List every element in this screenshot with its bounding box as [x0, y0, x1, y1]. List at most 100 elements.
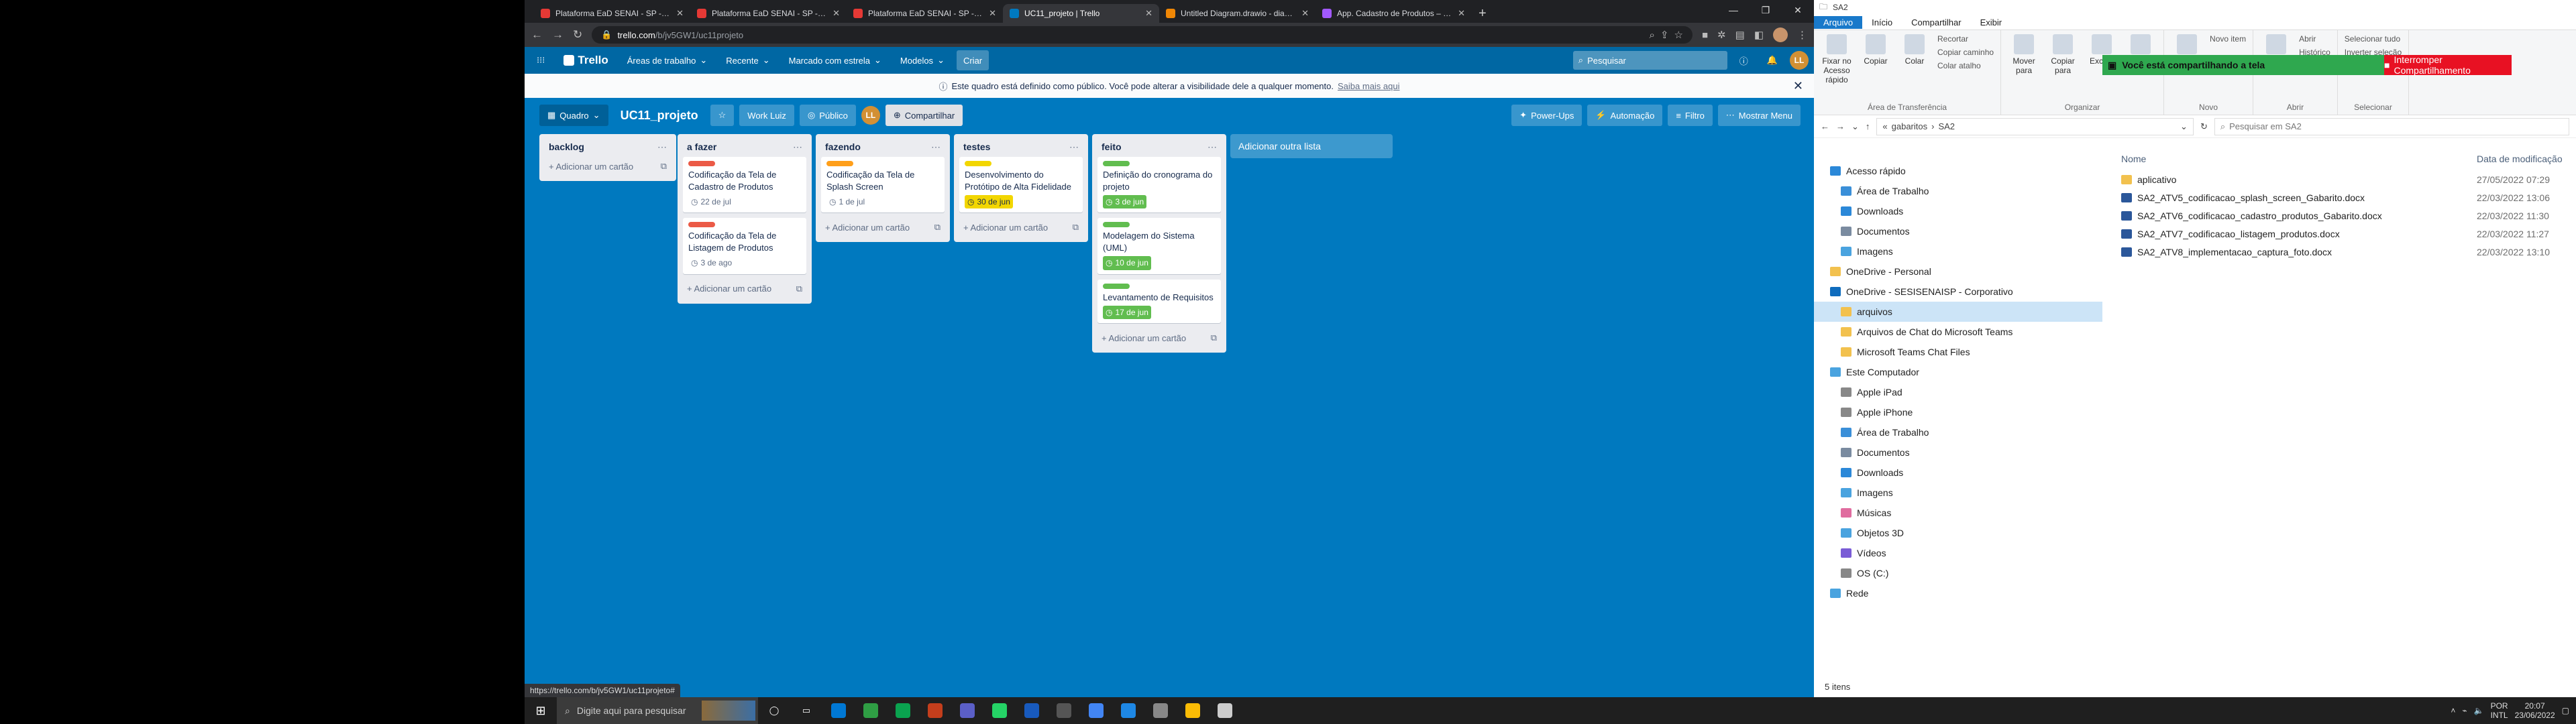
list-menu-icon[interactable]: ⋯ — [931, 141, 941, 153]
zoom-icon[interactable]: ⌕ — [1650, 29, 1655, 41]
nav-item[interactable]: Microsoft Teams Chat Files — [1814, 342, 2102, 362]
board-title[interactable]: UC11_projeto — [614, 109, 705, 123]
forward-icon[interactable]: → — [1836, 121, 1845, 131]
card-label[interactable] — [688, 161, 715, 166]
card[interactable]: Codificação da Tela de Splash Screen ◷ 1 d… — [821, 157, 945, 213]
visibility-button[interactable]: ◎ Público — [799, 105, 856, 126]
up-icon[interactable]: ↑ — [1866, 121, 1870, 131]
taskbar-app-icon[interactable] — [1112, 697, 1144, 724]
close-tab-icon[interactable]: ✕ — [676, 8, 684, 19]
file-row[interactable]: aplicativo 27/05/2022 07:29 — [2121, 170, 2576, 188]
due-date-badge[interactable]: ◷ 3 de ago — [688, 256, 735, 269]
nav-workspaces[interactable]: Áreas de trabalho ⌄ — [621, 50, 714, 70]
taskbar-app-icon[interactable] — [822, 697, 855, 724]
close-tab-icon[interactable]: ✕ — [989, 8, 996, 19]
browser-tab[interactable]: Plataforma EaD SENAI - SP - CCT ✕ — [847, 4, 1003, 23]
taskbar-app-icon[interactable] — [1080, 697, 1112, 724]
template-icon[interactable]: ⧉ — [796, 284, 802, 294]
close-tab-icon[interactable]: ✕ — [833, 8, 840, 19]
apps-grid-icon[interactable]: ⁝⁝⁝ — [530, 50, 551, 70]
list-header[interactable]: backlog ⋯ — [545, 137, 671, 157]
task-view-icon[interactable]: ▭ — [790, 697, 822, 724]
taskbar-app-icon[interactable] — [887, 697, 919, 724]
list-title[interactable]: testes — [963, 141, 990, 152]
nav-item[interactable]: OneDrive - SESISENAISP - Corporativo — [1814, 282, 2102, 302]
star-icon[interactable]: ☆ — [1674, 29, 1683, 41]
list-menu-icon[interactable]: ⋯ — [657, 141, 667, 153]
ribbon-tab[interactable]: Arquivo — [1814, 15, 1863, 29]
due-date-badge[interactable]: ◷ 1 de jul — [826, 195, 867, 208]
new-tab-icon[interactable]: + — [1472, 4, 1493, 23]
clock[interactable]: 20:07 23/06/2022 — [2515, 701, 2555, 721]
list-title[interactable]: feito — [1102, 141, 1122, 152]
forward-icon[interactable]: → — [552, 28, 564, 42]
ribbon-tab[interactable]: Exibir — [1971, 16, 2012, 29]
back-icon[interactable]: ← — [1821, 121, 1829, 131]
card-label[interactable] — [1103, 222, 1130, 228]
nav-item[interactable]: OS (C:) — [1814, 563, 2102, 583]
list-menu-icon[interactable]: ⋯ — [793, 141, 802, 153]
file-row[interactable]: SA2_ATV7_codificacao_listagem_produtos.d… — [2121, 225, 2576, 243]
learn-more-link[interactable]: Saiba mais aqui — [1338, 81, 1400, 91]
language-indicator[interactable]: POR INTL — [2491, 701, 2508, 721]
nav-item[interactable]: Documentos — [1814, 442, 2102, 463]
explorer-search-input[interactable]: ⌕ Pesquisar em SA2 — [2214, 117, 2569, 135]
ribbon-small-button[interactable]: Selecionar tudo — [2345, 34, 2402, 44]
list-title[interactable]: a fazer — [687, 141, 716, 152]
card[interactable]: Modelagem do Sistema (UML) ◷ 10 de jun — [1097, 218, 1221, 274]
nav-item[interactable]: Documentos — [1814, 221, 2102, 241]
breadcrumb[interactable]: « gabaritos › SA2 ⌄ — [1876, 117, 2194, 135]
nav-item[interactable]: Este Computador — [1814, 362, 2102, 382]
nav-item[interactable]: Vídeos — [1814, 543, 2102, 563]
ribbon-tab[interactable]: Compartilhar — [1902, 16, 1970, 29]
template-icon[interactable]: ⧉ — [1073, 222, 1079, 233]
list-header[interactable]: testes ⋯ — [959, 137, 1083, 157]
list-menu-icon[interactable]: ⋯ — [1208, 141, 1217, 153]
card-label[interactable] — [1103, 161, 1130, 166]
ribbon-button[interactable]: Colar — [1898, 34, 1931, 111]
volume-icon[interactable]: 🔈 — [2474, 706, 2484, 715]
cortana-icon[interactable]: ◯ — [758, 697, 790, 724]
nav-item[interactable]: Músicas — [1814, 503, 2102, 523]
menu-icon[interactable]: ⋮ — [1797, 29, 1807, 41]
nav-starred[interactable]: Marcado com estrela ⌄ — [782, 50, 888, 70]
maximize-icon[interactable]: ❐ — [1750, 0, 1782, 20]
extension-icon[interactable]: ■ — [1702, 29, 1708, 41]
nav-item[interactable]: Downloads — [1814, 463, 2102, 483]
ribbon-button[interactable]: Copiar — [1860, 34, 1892, 111]
taskbar-search[interactable]: ⌕ Digite aqui para pesquisar — [557, 697, 758, 724]
ribbon-button[interactable]: Fixar no Acesso rápido — [1821, 34, 1853, 111]
list-menu-icon[interactable]: ⋯ — [1069, 141, 1079, 153]
windows-start-icon[interactable]: ⊞ — [525, 697, 557, 724]
template-icon[interactable]: ⧉ — [934, 222, 941, 233]
nav-item[interactable]: Arquivos de Chat do Microsoft Teams — [1814, 322, 2102, 342]
nav-item[interactable]: Acesso rápido — [1814, 161, 2102, 181]
taskbar-app-icon[interactable] — [1048, 697, 1080, 724]
trello-logo[interactable]: Trello — [557, 50, 614, 70]
chevron-down-icon[interactable]: ⌄ — [2180, 121, 2188, 132]
card[interactable]: Codificação da Tela de Listagem de Produ… — [683, 218, 806, 274]
ribbon-small-button[interactable]: Colar atalho — [1937, 61, 1994, 70]
card[interactable]: Codificação da Tela de Cadastro de Produ… — [683, 157, 806, 213]
search-input[interactable]: ⌕ Pesquisar — [1572, 51, 1727, 70]
ribbon-small-button[interactable]: Recortar — [1937, 34, 1994, 44]
due-date-badge[interactable]: ◷ 10 de jun — [1103, 256, 1151, 270]
card-label[interactable] — [826, 161, 853, 166]
nav-item[interactable]: arquivos — [1814, 302, 2102, 322]
address-input[interactable]: 🔒 trello.com/b/jv5GW1/uc11projeto ⌕ ⇪ ☆ — [592, 26, 1693, 44]
browser-tab[interactable]: UC11_projeto | Trello ✕ — [1003, 4, 1159, 23]
browser-tab[interactable]: Plataforma EaD SENAI - SP - CCT ✕ — [690, 4, 847, 23]
nav-item[interactable]: Downloads — [1814, 201, 2102, 221]
nav-item[interactable]: Área de Trabalho — [1814, 422, 2102, 442]
close-tab-icon[interactable]: ✕ — [1458, 8, 1465, 19]
due-date-badge[interactable]: ◷ 3 de jun — [1103, 195, 1147, 209]
nav-item[interactable]: OneDrive - Personal — [1814, 261, 2102, 282]
reading-list-icon[interactable]: ▤ — [1735, 29, 1745, 41]
sidebar-icon[interactable]: ◧ — [1754, 29, 1764, 41]
ribbon-small-button[interactable]: Copiar caminho — [1937, 48, 1994, 57]
due-date-badge[interactable]: ◷ 22 de jul — [688, 195, 734, 208]
file-row[interactable]: SA2_ATV6_codificacao_cadastro_produtos_G… — [2121, 206, 2576, 225]
chevron-up-icon[interactable]: ˄ — [2451, 706, 2455, 715]
nav-item[interactable]: Objetos 3D — [1814, 523, 2102, 543]
list-header[interactable]: feito ⋯ — [1097, 137, 1221, 157]
